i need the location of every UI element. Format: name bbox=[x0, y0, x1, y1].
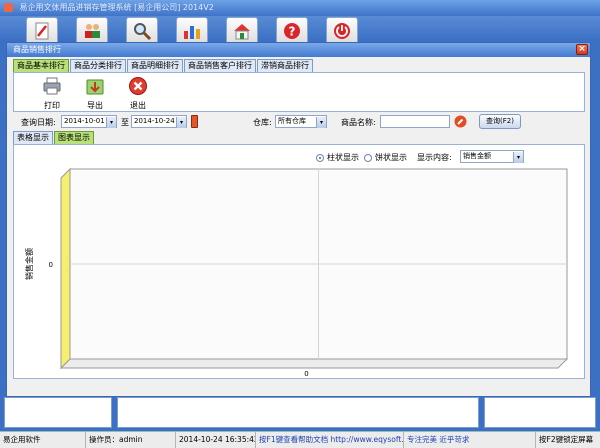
status-app: 易企用软件 bbox=[0, 432, 86, 448]
export-button[interactable]: 导出 bbox=[79, 76, 111, 110]
ranking-tabs: 商品基本排行 商品分类排行 商品明细排行 商品销售客户排行 滞销商品排行 bbox=[13, 59, 314, 72]
tab-category-ranking[interactable]: 商品分类排行 bbox=[70, 59, 126, 72]
bar-mode-label: 柱状显示 bbox=[327, 153, 359, 162]
tab-slow-moving-ranking[interactable]: 滞销商品排行 bbox=[257, 59, 313, 72]
close-icon: × bbox=[578, 44, 586, 54]
warehouse-select[interactable]: 所有仓库 ▾ bbox=[275, 115, 327, 128]
tab-basic-ranking[interactable]: 商品基本排行 bbox=[13, 59, 69, 72]
dialog-title-bar: 商品销售排行 × bbox=[7, 43, 590, 57]
house-icon bbox=[234, 24, 250, 40]
app-logo-icon bbox=[4, 3, 13, 12]
window-title: 易企用文体用品进销存管理系统 [易企用公司] 2014V2 bbox=[19, 3, 214, 12]
status-help: 按F1键查看帮助文档 http://www.eqysoft.cn/ bbox=[256, 432, 404, 448]
chevron-down-icon[interactable]: ▾ bbox=[513, 152, 523, 163]
x-tick-label: 0 bbox=[304, 370, 308, 378]
content-select[interactable]: 销售金额 ▾ bbox=[460, 150, 524, 163]
tab-detail-ranking[interactable]: 商品明细排行 bbox=[127, 59, 183, 72]
magnifier-icon bbox=[134, 23, 152, 41]
view-tabs: 表格显示 图表显示 bbox=[13, 131, 95, 144]
chart-left-wall bbox=[60, 167, 71, 370]
lower-left-pane bbox=[4, 397, 112, 428]
power-icon bbox=[334, 23, 350, 39]
bar-mode-option[interactable]: 柱状显示 bbox=[316, 152, 359, 163]
pie-mode-option[interactable]: 饼状显示 bbox=[364, 152, 407, 163]
dialog-title: 商品销售排行 bbox=[13, 45, 61, 54]
action-toolbar: 打印 导出 退出 bbox=[13, 72, 585, 112]
printer-icon bbox=[43, 77, 61, 95]
sales-chart: 0 0 销售金额 bbox=[24, 167, 569, 378]
chart-floor bbox=[59, 358, 569, 369]
query-button[interactable]: 查询(F2) bbox=[479, 114, 521, 129]
y-axis-label: 销售金额 bbox=[24, 248, 34, 280]
toolbar-pencil-button[interactable] bbox=[26, 17, 58, 45]
toolbar-home-button[interactable] bbox=[226, 17, 258, 45]
help-icon: ? bbox=[284, 23, 300, 39]
sales-ranking-dialog: 商品销售排行 × 商品基本排行 商品分类排行 商品明细排行 商品销售客户排行 滞… bbox=[6, 42, 591, 397]
date-to-picker[interactable]: 2014-10-24 ▾ bbox=[131, 115, 187, 128]
lower-panels bbox=[0, 397, 600, 430]
y-tick-label: 0 bbox=[49, 261, 53, 269]
date-from-picker[interactable]: 2014-10-01 ▾ bbox=[61, 115, 117, 128]
calendar-dropdown-icon[interactable]: ▾ bbox=[106, 117, 116, 128]
lower-right-pane bbox=[484, 397, 596, 428]
bar-mode-radio[interactable] bbox=[316, 153, 324, 162]
users-icon bbox=[85, 24, 100, 38]
to-label: 至 bbox=[121, 118, 129, 127]
chevron-down-icon[interactable]: ▾ bbox=[316, 117, 326, 128]
date-label: 查询日期: bbox=[21, 118, 56, 127]
status-bar: 易企用软件 操作员：admin 2014-10-24 16:35:42 按F1键… bbox=[0, 431, 600, 448]
print-label: 打印 bbox=[44, 101, 60, 110]
pie-mode-label: 饼状显示 bbox=[375, 153, 407, 162]
product-lookup-icon[interactable] bbox=[454, 115, 467, 128]
date-from-value: 2014-10-01 bbox=[64, 117, 105, 125]
product-name-input[interactable] bbox=[380, 115, 450, 128]
export-label: 导出 bbox=[87, 101, 103, 110]
lower-center-pane bbox=[117, 397, 479, 428]
warehouse-value: 所有仓库 bbox=[278, 117, 306, 125]
toolbar-users-button[interactable] bbox=[76, 17, 108, 45]
exit-button[interactable]: 退出 bbox=[122, 76, 154, 110]
exit-label: 退出 bbox=[130, 101, 146, 110]
print-button[interactable]: 打印 bbox=[36, 76, 68, 110]
close-button[interactable]: × bbox=[576, 44, 588, 55]
toolbar-search-button[interactable] bbox=[126, 17, 158, 45]
tab-table-view[interactable]: 表格显示 bbox=[13, 131, 53, 144]
toolbar-help-button[interactable]: ? bbox=[276, 17, 308, 45]
exit-icon bbox=[129, 77, 147, 95]
tab-customer-ranking[interactable]: 商品销售客户排行 bbox=[184, 59, 256, 72]
chart-panel: 0 0 销售金额 柱状显示 饼状显示 显示内容: 销售金额 ▾ bbox=[13, 144, 585, 379]
toolbar-report-button[interactable] bbox=[176, 17, 208, 45]
query-bar: 查询日期: 2014-10-01 ▾ 至 2014-10-24 ▾ 仓库: 所有… bbox=[13, 114, 585, 130]
status-operator: 操作员：admin bbox=[86, 432, 176, 448]
pie-mode-radio[interactable] bbox=[364, 153, 372, 162]
calendar-dropdown-icon[interactable]: ▾ bbox=[176, 117, 186, 128]
query-button-label: 查询(F2) bbox=[486, 117, 514, 125]
pencil-icon bbox=[35, 22, 49, 40]
toolbar-exit-button[interactable] bbox=[326, 17, 358, 45]
content-value: 销售金额 bbox=[463, 152, 491, 160]
product-name-label: 商品名称: bbox=[341, 118, 376, 127]
export-icon bbox=[86, 79, 104, 95]
status-datetime: 2014-10-24 16:35:42 bbox=[176, 432, 256, 448]
bar-chart-icon bbox=[184, 26, 200, 39]
date-spinner-icon[interactable] bbox=[191, 115, 198, 128]
date-to-value: 2014-10-24 bbox=[134, 117, 175, 125]
warehouse-label: 仓库: bbox=[253, 118, 272, 127]
status-lock: 按F2键锁定屏幕 bbox=[539, 435, 594, 444]
status-slogan: 专注完美 近乎苛求 bbox=[404, 432, 536, 448]
app-window: 易企用文体用品进销存管理系统 [易企用公司] 2014V2 ? 商品销售排行 ×… bbox=[0, 0, 600, 448]
content-label: 显示内容: bbox=[417, 153, 452, 162]
tab-chart-view[interactable]: 图表显示 bbox=[54, 131, 94, 144]
window-title-bar: 易企用文体用品进销存管理系统 [易企用公司] 2014V2 bbox=[0, 0, 600, 16]
svg-text:?: ? bbox=[289, 25, 296, 39]
